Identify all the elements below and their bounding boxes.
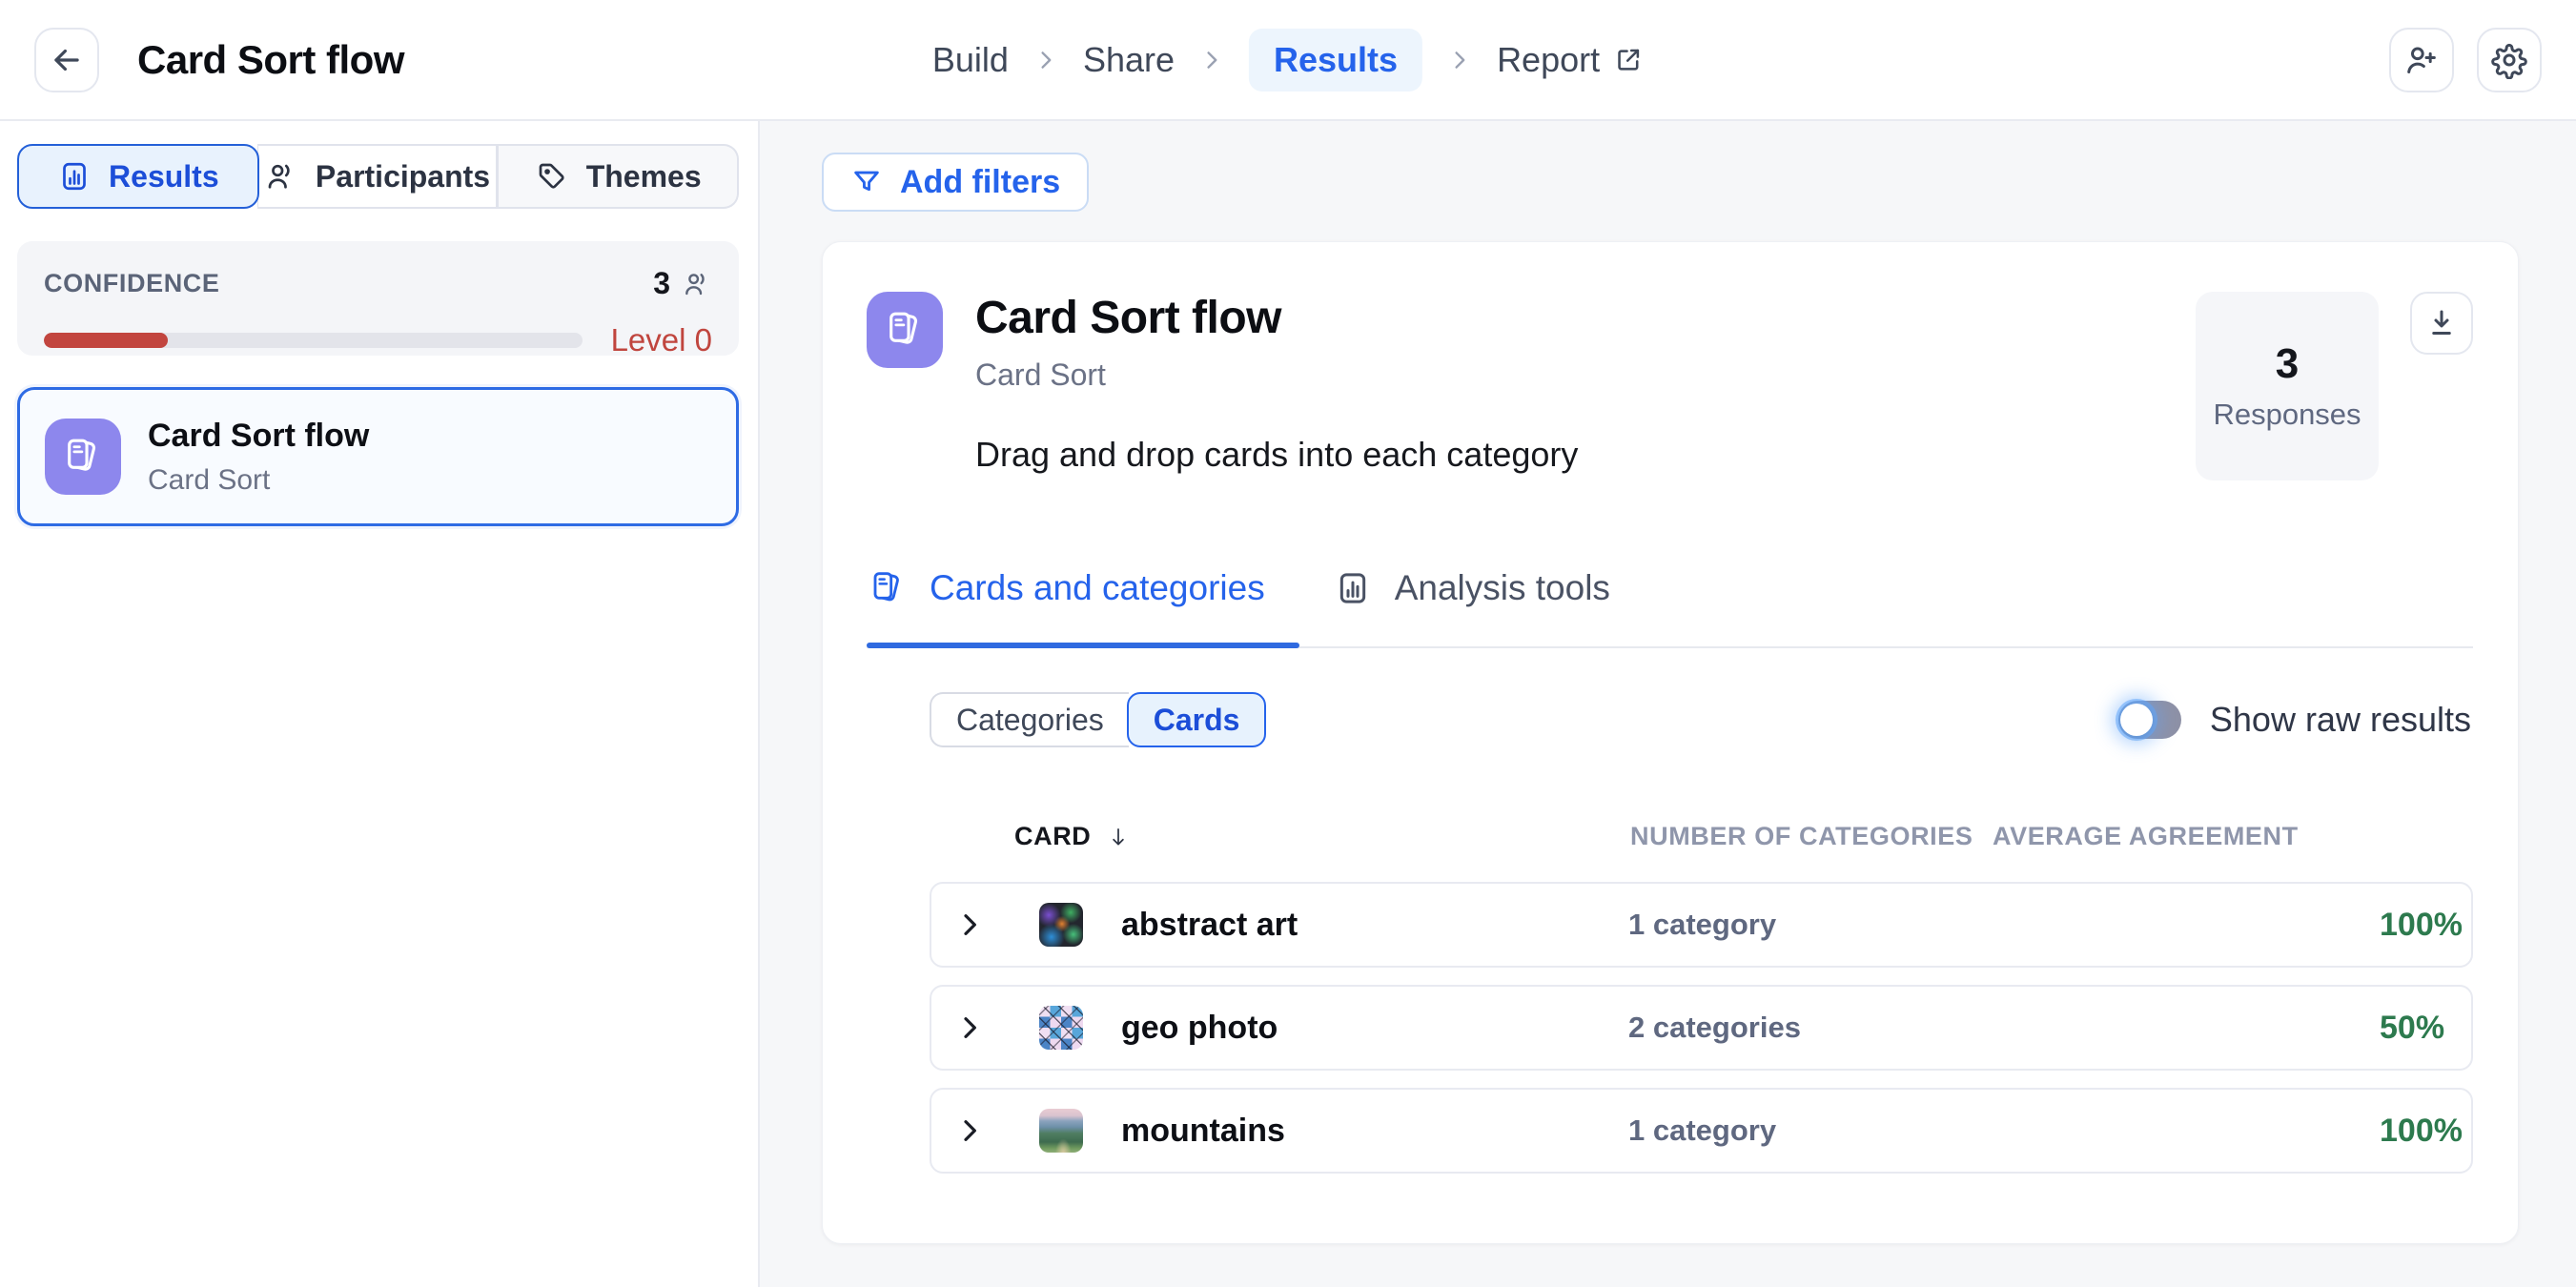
card-thumbnail-abstract-art xyxy=(1039,903,1083,947)
tab-cards-and-categories[interactable]: Cards and categories xyxy=(867,568,1299,646)
users-icon xyxy=(682,269,712,299)
gear-icon xyxy=(2490,41,2528,79)
card-name: geo photo xyxy=(1102,1010,1628,1047)
chevron-right-icon xyxy=(954,1012,992,1043)
users-icon xyxy=(264,159,298,194)
chevron-right-icon xyxy=(1447,48,1472,72)
sidebar-tab-results[interactable]: Results xyxy=(17,144,259,209)
agreement-percent: 100% xyxy=(2357,1113,2471,1150)
external-link-icon xyxy=(1613,45,1644,75)
show-raw-results-label: Show raw results xyxy=(2210,700,2471,740)
view-switch-cards[interactable]: Cards xyxy=(1127,692,1267,747)
toggle-knob xyxy=(2120,704,2153,736)
chevron-right-icon xyxy=(954,1115,992,1146)
confidence-card: CONFIDENCE 3 Level 0 xyxy=(17,241,739,356)
breadcrumb: Build Share Results Report xyxy=(932,29,1644,92)
table-row-mountains[interactable]: mountains 1 category 100% xyxy=(930,1088,2473,1174)
expand-row-button[interactable] xyxy=(954,1115,992,1146)
view-switch: Categories Cards xyxy=(930,692,1266,747)
confidence-progress-fill xyxy=(44,333,168,348)
card-sort-icon xyxy=(45,419,121,495)
cards-icon xyxy=(869,569,907,607)
confidence-progress-bar xyxy=(44,333,583,348)
table-header: CARD NUMBER OF CATEGORIES AVERAGE AGREEM… xyxy=(930,822,2473,851)
tab-analysis-tools[interactable]: Analysis tools xyxy=(1332,568,1645,646)
panel-tabs: Cards and categories Analysis tools xyxy=(867,568,2473,648)
card-thumbnail-mountains xyxy=(1039,1109,1083,1153)
table-row-abstract-art[interactable]: abstract art 1 category 100% xyxy=(930,882,2473,968)
top-bar: Card Sort flow Build Share Results Repor… xyxy=(0,0,2576,121)
chevron-right-icon xyxy=(1199,48,1224,72)
column-header-agreement: AVERAGE AGREEMENT xyxy=(1993,822,2473,851)
responses-label: Responses xyxy=(2213,398,2361,432)
chevron-right-icon xyxy=(954,909,992,940)
responses-count: 3 xyxy=(2276,340,2299,388)
expand-row-button[interactable] xyxy=(954,1012,992,1043)
agreement-percent: 50% xyxy=(2357,1010,2471,1047)
card-category-count: 2 categories xyxy=(1628,1011,1991,1045)
sort-descending-icon xyxy=(1106,825,1131,849)
flow-card-title: Card Sort flow xyxy=(148,418,369,455)
sidebar-flow-card-sort[interactable]: Card Sort flow Card Sort xyxy=(17,387,739,526)
chevron-right-icon xyxy=(1033,48,1058,72)
confidence-level: Level 0 xyxy=(611,322,712,358)
flow-description: Drag and drop cards into each category xyxy=(975,435,1578,475)
expand-row-button[interactable] xyxy=(954,909,992,940)
user-add-icon xyxy=(2402,41,2441,79)
breadcrumb-share[interactable]: Share xyxy=(1083,40,1175,80)
confidence-label: CONFIDENCE xyxy=(44,269,220,298)
agreement-percent: 100% xyxy=(2357,907,2471,944)
sidebar-tab-themes[interactable]: Themes xyxy=(498,144,739,209)
flow-type: Card Sort xyxy=(975,358,1578,393)
main-content: Add filters Card Sort flow Car xyxy=(760,121,2576,1287)
view-switch-categories[interactable]: Categories xyxy=(930,692,1129,747)
card-thumbnail-geo-photo xyxy=(1039,1006,1083,1050)
breadcrumb-report[interactable]: Report xyxy=(1497,40,1644,80)
cards-table: CARD NUMBER OF CATEGORIES AVERAGE AGREEM… xyxy=(867,822,2473,1174)
results-panel: Card Sort flow Card Sort Drag and drop c… xyxy=(822,241,2519,1244)
table-row-geo-photo[interactable]: geo photo 2 categories 50% xyxy=(930,985,2473,1071)
breadcrumb-results[interactable]: Results xyxy=(1249,29,1422,92)
download-icon xyxy=(2424,306,2459,340)
card-name: abstract art xyxy=(1102,907,1628,944)
tag-icon xyxy=(535,159,569,194)
add-filters-button[interactable]: Add filters xyxy=(822,153,1089,212)
participant-count: 3 xyxy=(653,266,712,301)
responses-summary: 3 Responses xyxy=(2196,292,2379,480)
column-header-categories: NUMBER OF CATEGORIES xyxy=(1630,822,1993,851)
bar-chart-icon xyxy=(1334,569,1372,607)
card-name: mountains xyxy=(1102,1113,1628,1150)
sidebar-tab-participants[interactable]: Participants xyxy=(257,144,499,209)
filter-funnel-icon xyxy=(850,166,883,198)
sidebar-view-tabs: Results Participants Themes xyxy=(17,144,739,209)
sidebar: Results Participants Themes CONFIDENCE 3 xyxy=(0,121,760,1287)
bar-chart-icon xyxy=(57,159,92,194)
flow-card-subtitle: Card Sort xyxy=(148,464,369,497)
show-raw-results-toggle[interactable]: Show raw results xyxy=(2118,700,2471,740)
invite-user-button[interactable] xyxy=(2389,28,2454,92)
flow-title: Card Sort flow xyxy=(975,292,1578,344)
settings-button[interactable] xyxy=(2477,28,2542,92)
toggle-track[interactable] xyxy=(2118,701,2181,739)
back-button[interactable] xyxy=(34,28,99,92)
card-category-count: 1 category xyxy=(1628,908,1991,942)
arrow-left-icon xyxy=(49,42,85,78)
card-sort-icon xyxy=(867,292,943,368)
breadcrumb-build[interactable]: Build xyxy=(932,40,1009,80)
page-title: Card Sort flow xyxy=(137,37,404,83)
download-button[interactable] xyxy=(2410,292,2473,355)
column-header-card[interactable]: CARD xyxy=(1014,822,1630,851)
card-category-count: 1 category xyxy=(1628,1113,1991,1148)
